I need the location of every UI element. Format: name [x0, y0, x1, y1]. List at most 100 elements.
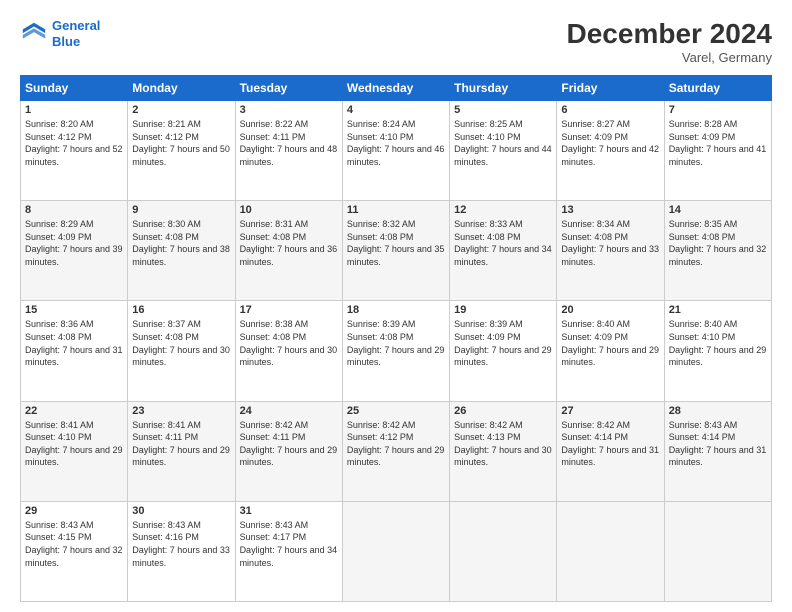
month-title: December 2024: [567, 18, 772, 50]
table-row: 16 Sunrise: 8:37 AMSunset: 4:08 PMDayligh…: [128, 301, 235, 401]
day-info: Sunrise: 8:29 AMSunset: 4:09 PMDaylight:…: [25, 218, 123, 268]
day-info: Sunrise: 8:36 AMSunset: 4:08 PMDaylight:…: [25, 318, 123, 368]
table-row: 29 Sunrise: 8:43 AMSunset: 4:15 PMDayligh…: [21, 501, 128, 601]
day-info: Sunrise: 8:21 AMSunset: 4:12 PMDaylight:…: [132, 118, 230, 168]
table-row: 17 Sunrise: 8:38 AMSunset: 4:08 PMDayligh…: [235, 301, 342, 401]
day-info: Sunrise: 8:37 AMSunset: 4:08 PMDaylight:…: [132, 318, 230, 368]
table-row: 18 Sunrise: 8:39 AMSunset: 4:08 PMDayligh…: [342, 301, 449, 401]
day-number: 10: [240, 204, 338, 216]
day-number: 15: [25, 304, 123, 316]
day-info: Sunrise: 8:39 AMSunset: 4:08 PMDaylight:…: [347, 318, 445, 368]
day-info: Sunrise: 8:42 AMSunset: 4:11 PMDaylight:…: [240, 419, 338, 469]
logo-text: General Blue: [52, 18, 100, 49]
day-info: Sunrise: 8:35 AMSunset: 4:08 PMDaylight:…: [669, 218, 767, 268]
day-number: 13: [561, 204, 659, 216]
day-info: Sunrise: 8:43 AMSunset: 4:14 PMDaylight:…: [669, 419, 767, 469]
day-info: Sunrise: 8:32 AMSunset: 4:08 PMDaylight:…: [347, 218, 445, 268]
day-info: Sunrise: 8:28 AMSunset: 4:09 PMDaylight:…: [669, 118, 767, 168]
col-monday: Monday: [128, 76, 235, 101]
page: General Blue December 2024 Varel, German…: [0, 0, 792, 612]
day-info: Sunrise: 8:38 AMSunset: 4:08 PMDaylight:…: [240, 318, 338, 368]
table-row: 6Sunrise: 8:27 AMSunset: 4:09 PMDaylight…: [557, 101, 664, 201]
day-number: 16: [132, 304, 230, 316]
table-row: 30 Sunrise: 8:43 AMSunset: 4:16 PMDayligh…: [128, 501, 235, 601]
table-row: 9 Sunrise: 8:30 AMSunset: 4:08 PMDaylight…: [128, 201, 235, 301]
table-row: 5 Sunrise: 8:25 AMSunset: 4:10 PMDaylight…: [450, 101, 557, 201]
col-sunday: Sunday: [21, 76, 128, 101]
logo-line2: Blue: [52, 34, 100, 50]
day-info: Sunrise: 8:42 AMSunset: 4:12 PMDaylight:…: [347, 419, 445, 469]
table-row: 27 Sunrise: 8:42 AMSunset: 4:14 PMDayligh…: [557, 401, 664, 501]
day-info: Sunrise: 8:41 AMSunset: 4:10 PMDaylight:…: [25, 419, 123, 469]
table-row: [342, 501, 449, 601]
title-block: December 2024 Varel, Germany: [567, 18, 772, 65]
day-info: Sunrise: 8:42 AMSunset: 4:14 PMDaylight:…: [561, 419, 659, 469]
day-info: Sunrise: 8:43 AMSunset: 4:17 PMDaylight:…: [240, 519, 338, 569]
calendar-week-row: 1 Sunrise: 8:20 AMSunset: 4:12 PMDaylight…: [21, 101, 772, 201]
day-info: Sunrise: 8:33 AMSunset: 4:08 PMDaylight:…: [454, 218, 552, 268]
day-info: Sunrise: 8:43 AMSunset: 4:16 PMDaylight:…: [132, 519, 230, 569]
table-row: 4Sunrise: 8:24 AMSunset: 4:10 PMDaylight…: [342, 101, 449, 201]
calendar-week-row: 29 Sunrise: 8:43 AMSunset: 4:15 PMDayligh…: [21, 501, 772, 601]
day-number: 5: [454, 104, 552, 116]
location: Varel, Germany: [567, 50, 772, 65]
col-tuesday: Tuesday: [235, 76, 342, 101]
day-info: Sunrise: 8:30 AMSunset: 4:08 PMDaylight:…: [132, 218, 230, 268]
day-number: 18: [347, 304, 445, 316]
day-info: Sunrise: 8:42 AMSunset: 4:13 PMDaylight:…: [454, 419, 552, 469]
logo-line1: General: [52, 18, 100, 34]
day-number: 1: [25, 104, 123, 116]
day-info: Sunrise: 8:31 AMSunset: 4:08 PMDaylight:…: [240, 218, 338, 268]
table-row: 23 Sunrise: 8:41 AMSunset: 4:11 PMDayligh…: [128, 401, 235, 501]
day-number: 27: [561, 405, 659, 417]
day-info: Sunrise: 8:41 AMSunset: 4:11 PMDaylight:…: [132, 419, 230, 469]
table-row: 11 Sunrise: 8:32 AMSunset: 4:08 PMDayligh…: [342, 201, 449, 301]
table-row: [450, 501, 557, 601]
col-thursday: Thursday: [450, 76, 557, 101]
table-row: 20 Sunrise: 8:40 AMSunset: 4:09 PMDayligh…: [557, 301, 664, 401]
table-row: [557, 501, 664, 601]
day-number: 3: [240, 104, 338, 116]
day-number: 20: [561, 304, 659, 316]
day-info: Sunrise: 8:40 AMSunset: 4:09 PMDaylight:…: [561, 318, 659, 368]
logo: General Blue: [20, 18, 100, 49]
day-number: 11: [347, 204, 445, 216]
day-number: 24: [240, 405, 338, 417]
day-info: Sunrise: 8:27 AMSunset: 4:09 PMDaylight:…: [561, 118, 659, 168]
calendar-table: Sunday Monday Tuesday Wednesday Thursday…: [20, 75, 772, 602]
day-number: 26: [454, 405, 552, 417]
day-number: 22: [25, 405, 123, 417]
table-row: 31 Sunrise: 8:43 AMSunset: 4:17 PMDayligh…: [235, 501, 342, 601]
calendar-week-row: 8 Sunrise: 8:29 AMSunset: 4:09 PMDaylight…: [21, 201, 772, 301]
day-number: 23: [132, 405, 230, 417]
day-info: Sunrise: 8:20 AMSunset: 4:12 PMDaylight:…: [25, 118, 123, 168]
table-row: [664, 501, 771, 601]
day-info: Sunrise: 8:40 AMSunset: 4:10 PMDaylight:…: [669, 318, 767, 368]
day-number: 25: [347, 405, 445, 417]
logo-icon: [20, 20, 48, 48]
calendar-week-row: 22 Sunrise: 8:41 AMSunset: 4:10 PMDayligh…: [21, 401, 772, 501]
header: General Blue December 2024 Varel, German…: [20, 18, 772, 65]
day-number: 14: [669, 204, 767, 216]
day-info: Sunrise: 8:25 AMSunset: 4:10 PMDaylight:…: [454, 118, 552, 168]
table-row: 1 Sunrise: 8:20 AMSunset: 4:12 PMDaylight…: [21, 101, 128, 201]
day-number: 17: [240, 304, 338, 316]
calendar-header-row: Sunday Monday Tuesday Wednesday Thursday…: [21, 76, 772, 101]
day-number: 12: [454, 204, 552, 216]
table-row: 10 Sunrise: 8:31 AMSunset: 4:08 PMDayligh…: [235, 201, 342, 301]
day-number: 9: [132, 204, 230, 216]
day-number: 21: [669, 304, 767, 316]
day-number: 29: [25, 505, 123, 517]
day-info: Sunrise: 8:39 AMSunset: 4:09 PMDaylight:…: [454, 318, 552, 368]
day-number: 31: [240, 505, 338, 517]
day-info: Sunrise: 8:22 AMSunset: 4:11 PMDaylight:…: [240, 118, 338, 168]
day-info: Sunrise: 8:43 AMSunset: 4:15 PMDaylight:…: [25, 519, 123, 569]
table-row: 15 Sunrise: 8:36 AMSunset: 4:08 PMDayligh…: [21, 301, 128, 401]
table-row: 12 Sunrise: 8:33 AMSunset: 4:08 PMDayligh…: [450, 201, 557, 301]
day-number: 8: [25, 204, 123, 216]
table-row: 24 Sunrise: 8:42 AMSunset: 4:11 PMDayligh…: [235, 401, 342, 501]
day-number: 30: [132, 505, 230, 517]
day-info: Sunrise: 8:24 AMSunset: 4:10 PMDaylight:…: [347, 118, 445, 168]
table-row: 14 Sunrise: 8:35 AMSunset: 4:08 PMDayligh…: [664, 201, 771, 301]
calendar-week-row: 15 Sunrise: 8:36 AMSunset: 4:08 PMDayligh…: [21, 301, 772, 401]
